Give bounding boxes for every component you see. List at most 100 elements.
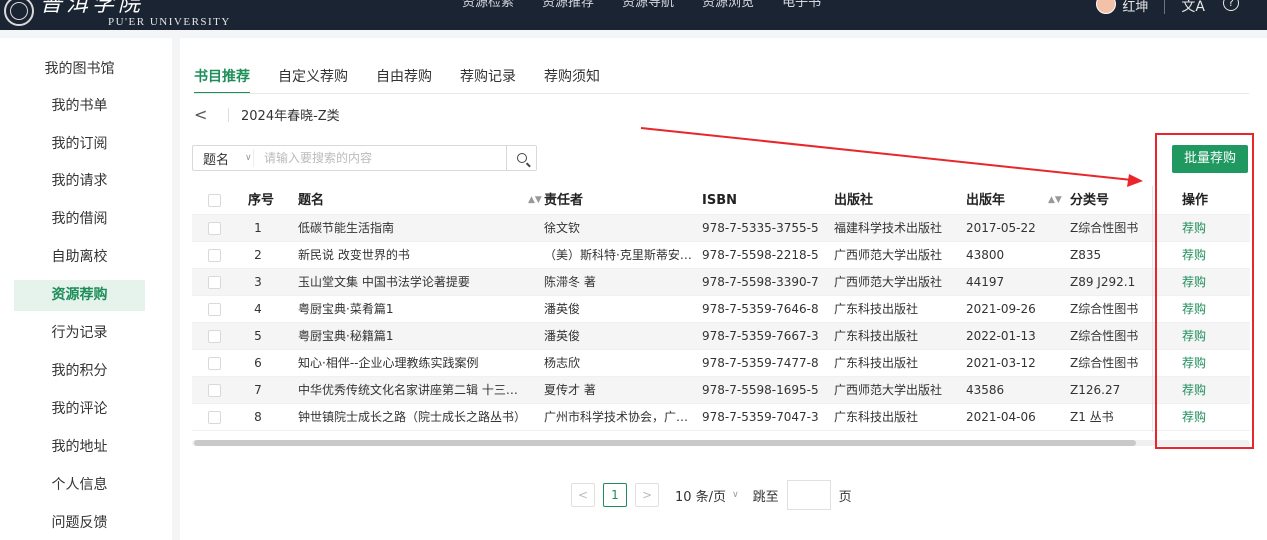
row-checkbox[interactable] — [208, 357, 221, 370]
logo-english-name: PU'ER UNIVERSITY — [108, 16, 231, 28]
sidebar-item-feedback[interactable]: 问题反馈 — [14, 508, 145, 539]
prev-page-button[interactable]: < — [571, 483, 595, 507]
next-page-button[interactable]: > — [635, 483, 659, 507]
col-header-publisher: 出版社 — [834, 193, 874, 208]
cell-author: 潘英俊 — [544, 302, 581, 316]
cell-author: 潘英俊 — [544, 329, 581, 343]
table-horizontal-scrollbar[interactable] — [192, 440, 1250, 446]
sidebar: 我的图书馆 我的书单 我的订阅 我的请求 我的借阅 自助离校 资源荐购 行为记录… — [0, 38, 172, 540]
cell-title: 钟世镇院士成长之路（院士成长之路丛书） — [298, 410, 526, 424]
sidebar-item-my-points[interactable]: 我的积分 — [14, 356, 145, 387]
cell-isbn: 978-7-5359-7047-3 — [702, 410, 819, 424]
col-header-title[interactable]: 题名 — [298, 186, 538, 215]
main-panel: 书目推荐 自定义荐购 自由荐购 荐购记录 荐购须知 < 2024年春晓-Z类 题… — [180, 38, 1267, 540]
sort-icon[interactable]: ▲▼ — [528, 186, 542, 215]
cell-classno: Z综合性图书 — [1070, 329, 1139, 343]
chevron-down-icon: ∨ — [732, 490, 739, 500]
cell-isbn: 978-7-5359-7667-3 — [702, 329, 819, 343]
sidebar-item-my-reviews[interactable]: 我的评论 — [14, 394, 145, 425]
table-row: 2 新民说 改变世界的书 （美）斯科特·克里斯蒂安… 978-7-5598-2218-… — [192, 242, 1250, 269]
nav-resource-browse[interactable]: 资源浏览 — [688, 0, 768, 10]
cell-classno: Z综合性图书 — [1070, 302, 1139, 316]
avatar[interactable] — [1096, 0, 1117, 14]
page-size-select[interactable]: 10 条/页 ∨ — [675, 486, 739, 505]
row-checkbox[interactable] — [208, 276, 221, 289]
cell-isbn: 978-7-5598-2218-5 — [702, 248, 819, 262]
cell-author: 陈滞冬 著 — [544, 275, 596, 289]
cell-year: 2021-03-12 — [966, 356, 1036, 370]
cell-index: 5 — [254, 329, 262, 343]
search-button[interactable] — [506, 146, 536, 170]
cell-index: 8 — [254, 410, 262, 424]
cell-publisher: 福建科学技术出版社 — [834, 221, 943, 235]
cell-year: 2022-01-13 — [966, 329, 1036, 343]
cell-classno: Z综合性图书 — [1070, 221, 1139, 235]
row-checkbox[interactable] — [208, 411, 221, 424]
nav-ebook[interactable]: 电子书 — [768, 0, 835, 10]
scrollbar-thumb[interactable] — [194, 440, 1136, 446]
row-checkbox[interactable] — [208, 303, 221, 316]
university-seal-icon — [4, 0, 34, 26]
back-chevron-icon[interactable]: < — [194, 105, 218, 124]
help-icon[interactable]: ? — [1223, 0, 1239, 11]
sidebar-item-my-borrowing[interactable]: 我的借阅 — [14, 204, 145, 235]
col-header-isbn: ISBN — [702, 193, 737, 208]
nav-resource-search[interactable]: 资源检索 — [448, 0, 528, 10]
university-logo[interactable]: 普洱学院 PU'ER UNIVERSITY — [4, 0, 231, 30]
sidebar-item-my-requests[interactable]: 我的请求 — [14, 166, 145, 197]
row-checkbox[interactable] — [208, 330, 221, 343]
cell-classno: Z835 — [1070, 248, 1102, 262]
cell-publisher: 广东科技出版社 — [834, 329, 919, 343]
breadcrumb-divider — [228, 107, 229, 122]
nav-resource-guide[interactable]: 资源导航 — [608, 0, 688, 10]
tab-recommend-notice[interactable]: 荐购须知 — [544, 66, 600, 94]
sidebar-item-resource-recommend[interactable]: 资源荐购 — [14, 280, 145, 311]
sidebar-item-my-booklist[interactable]: 我的书单 — [14, 91, 145, 122]
sidebar-item-my-subscriptions[interactable]: 我的订阅 — [14, 129, 145, 160]
cell-title: 粤厨宝典·秘籍篇1 — [298, 329, 394, 343]
select-all-checkbox[interactable] — [208, 194, 221, 207]
cell-author: 夏传才 著 — [544, 383, 596, 397]
tab-catalog-recommend[interactable]: 书目推荐 — [194, 66, 250, 94]
booklist-table: 序号 题名 ▲▼ 责任者 ISBN 出版社 出版年 ▲▼ 分类号 操作 1 低碳节… — [192, 186, 1250, 432]
cell-title: 知心·相伴--企业心理教练实践案例 — [298, 356, 479, 370]
tab-free-recommend[interactable]: 自由荐购 — [376, 66, 432, 94]
page-number-current[interactable]: 1 — [603, 483, 627, 507]
username[interactable]: 红坤 — [1122, 0, 1148, 15]
table-row: 5 粤厨宝典·秘籍篇1 潘英俊 978-7-5359-7667-3 广东科技出版社 202… — [192, 323, 1250, 350]
cell-index: 1 — [254, 221, 262, 235]
search-input[interactable] — [253, 149, 506, 167]
table-row: 8 钟世镇院士成长之路（院士成长之路丛书） 广州市科学技术协会，广… 978-7-53… — [192, 404, 1250, 431]
nav-resource-recommend[interactable]: 资源推荐 — [528, 0, 608, 10]
sort-icon[interactable]: ▲▼ — [1048, 186, 1062, 215]
main-nav: 资源检索 资源推荐 资源导航 资源浏览 电子书 — [448, 0, 835, 10]
cell-year: 2021-04-06 — [966, 410, 1036, 424]
user-area: 红坤 文A ? — [1096, 0, 1239, 30]
sidebar-item-self-checkout[interactable]: 自助离校 — [14, 242, 145, 273]
page-size-value: 10 条/页 — [675, 489, 727, 505]
page-unit-label: 页 — [838, 489, 852, 505]
sidebar-item-activity-log[interactable]: 行为记录 — [14, 318, 145, 349]
jump-page-input[interactable] — [786, 480, 831, 510]
search-field-select[interactable]: 题名 ∨ — [193, 149, 253, 168]
sidebar-item-my-library[interactable]: 我的图书馆 — [14, 54, 145, 85]
cell-index: 4 — [254, 302, 262, 316]
cell-title: 中华优秀传统文化名家讲座第二辑 十三经… — [298, 383, 526, 397]
cell-publisher: 广西师范大学出版社 — [834, 383, 943, 397]
col-header-index: 序号 — [248, 193, 275, 208]
cell-isbn: 978-7-5359-7646-8 — [702, 302, 819, 316]
tab-recommend-history[interactable]: 荐购记录 — [460, 66, 516, 94]
cell-classno: Z126.27 — [1070, 383, 1121, 397]
sidebar-item-my-address[interactable]: 我的地址 — [14, 432, 145, 463]
jump-label: 跳至 — [752, 489, 779, 505]
tab-custom-recommend[interactable]: 自定义荐购 — [278, 66, 348, 94]
cell-publisher: 广西师范大学出版社 — [834, 248, 943, 262]
cell-year: 43800 — [966, 248, 1005, 262]
row-checkbox[interactable] — [208, 249, 221, 262]
sidebar-item-personal-info[interactable]: 个人信息 — [14, 470, 145, 501]
translate-icon[interactable]: 文A — [1181, 0, 1205, 16]
cell-year: 44197 — [966, 275, 1005, 289]
row-checkbox[interactable] — [208, 384, 221, 397]
row-checkbox[interactable] — [208, 222, 221, 235]
breadcrumb: < 2024年春晓-Z类 — [194, 105, 340, 124]
